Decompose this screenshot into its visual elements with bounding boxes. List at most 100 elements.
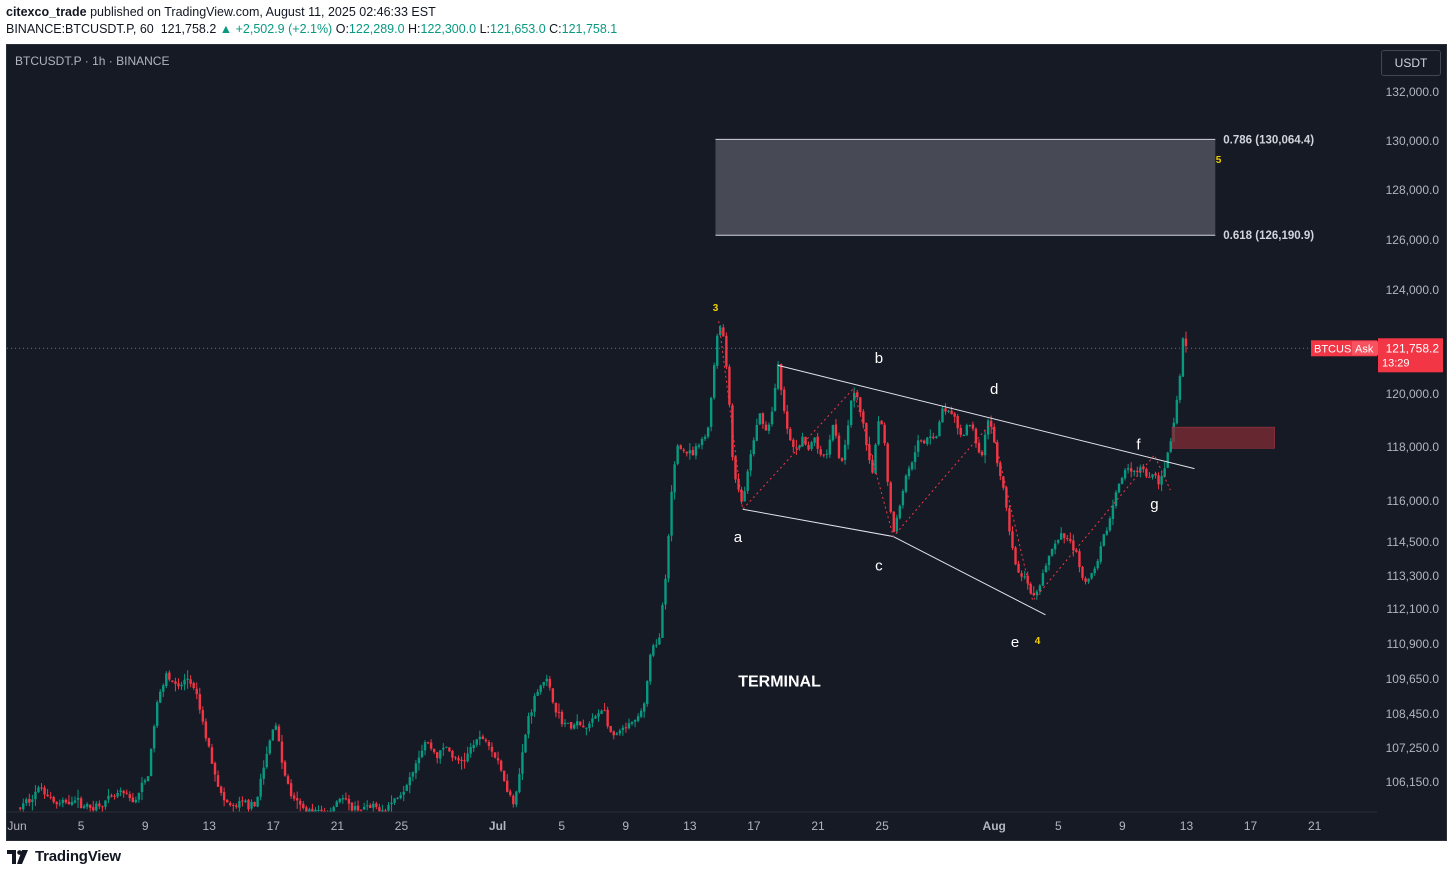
candle-body [25, 799, 28, 804]
x-tick-label: 5 [1055, 819, 1062, 833]
candle-body [971, 424, 975, 429]
candle-body [700, 439, 704, 446]
candle-body [746, 471, 749, 491]
candle-body [432, 748, 436, 753]
x-tick-label: 9 [622, 819, 629, 833]
candle-body [259, 778, 262, 797]
candle-body [411, 772, 415, 777]
candle-body [1053, 543, 1057, 550]
author-name[interactable]: citexco_trade [6, 5, 87, 19]
candle-body [1096, 560, 1099, 569]
x-tick-label: 9 [142, 819, 149, 833]
candle-body [213, 763, 217, 775]
supply-zone [1171, 426, 1275, 449]
y-tick-label: 132,000.0 [1386, 85, 1440, 99]
candle-body [627, 723, 631, 729]
candle-body [935, 436, 938, 438]
x-tick-label: 17 [1244, 819, 1258, 833]
candle-body [749, 454, 752, 471]
candle-body [95, 803, 98, 811]
x-tick-label: 13 [683, 819, 697, 833]
candle-body [536, 691, 539, 696]
candle-body [499, 760, 503, 771]
candle-body [563, 722, 567, 725]
candle-body [1032, 592, 1035, 596]
candle-body [463, 760, 466, 762]
candle-body [910, 462, 914, 470]
candle-body [244, 800, 247, 803]
candle-body [606, 709, 609, 727]
candle-body [192, 683, 195, 689]
candle-body [302, 804, 305, 808]
candle-body [539, 685, 542, 692]
x-tick-label: 13 [1180, 819, 1194, 833]
candle-body [1005, 487, 1008, 508]
candle-body [174, 681, 177, 684]
candle-body [1084, 578, 1087, 582]
price-chart[interactable]: 0.786 (130,064.4) 0.618 (126,190.9) a b c d e f… [7, 45, 1446, 840]
candle-body [706, 427, 710, 437]
candle-body [484, 739, 488, 742]
candle-body [609, 726, 612, 732]
candle-body [859, 397, 862, 413]
candle-body [1066, 538, 1069, 540]
candle-body [487, 741, 491, 747]
candle-body [779, 363, 783, 391]
candle-body [789, 428, 792, 441]
candle-body [661, 605, 664, 638]
candle-body [204, 721, 208, 739]
y-tick-label: 130,000.0 [1386, 134, 1440, 148]
candle-body [767, 424, 771, 431]
candle-body [372, 803, 375, 808]
candle-body [591, 718, 594, 723]
last-price: 121,758.2 [160, 22, 217, 36]
chart-panel[interactable]: 0.786 (130,064.4) 0.618 (126,190.9) a b c d e f… [6, 44, 1447, 841]
terminal-annotation: TERMINAL [738, 673, 821, 690]
candle-body [195, 688, 198, 695]
candle-body [344, 798, 348, 800]
candle-body [813, 437, 816, 443]
candle-body [840, 458, 844, 461]
candle-body [825, 453, 829, 455]
candle-body [280, 741, 284, 763]
currency-button[interactable]: USDT [1381, 50, 1441, 76]
candle-body [219, 786, 223, 793]
candle-countdown: 13:29 [1382, 357, 1410, 369]
symbol-interval: BINANCE:BTCUSDT.P, 60 [6, 22, 154, 36]
candle-body [1087, 578, 1090, 582]
candle-body [390, 802, 393, 805]
chart-symbol-legend: BTCUSDT.P · 1h · BINANCE [15, 54, 170, 68]
candle-body [338, 798, 342, 802]
candle-body [496, 758, 500, 761]
candle-body [1075, 549, 1078, 552]
candle-body [676, 445, 679, 464]
candle-body [585, 727, 588, 729]
x-tick-label: 25 [395, 819, 409, 833]
candle-body [408, 777, 412, 786]
candle-body [359, 809, 363, 811]
candle-body [1008, 508, 1011, 532]
candle-body [1102, 534, 1105, 546]
candle-body [895, 517, 899, 532]
candle-body [782, 389, 786, 411]
candle-body [530, 712, 533, 716]
candle-body [460, 759, 463, 762]
candle-body [1111, 505, 1115, 519]
candle-body [506, 780, 509, 792]
candle-body [1123, 469, 1127, 479]
fib-0618-label: 0.618 (126,190.9) [1223, 230, 1314, 242]
y-tick-label: 128,000.0 [1386, 183, 1440, 197]
candle-body [107, 795, 110, 800]
candle-body [472, 744, 475, 749]
candle-body [295, 798, 299, 801]
candle-body [993, 426, 996, 443]
candle-body [816, 436, 819, 449]
candle-body [658, 637, 661, 645]
fib-target-zone [715, 139, 1216, 236]
tradingview-logo-icon [7, 849, 28, 864]
candle-body [350, 802, 354, 811]
candle-body [807, 444, 810, 450]
candle-body [837, 435, 841, 458]
candle-body [238, 801, 241, 808]
candle-body [518, 774, 521, 793]
